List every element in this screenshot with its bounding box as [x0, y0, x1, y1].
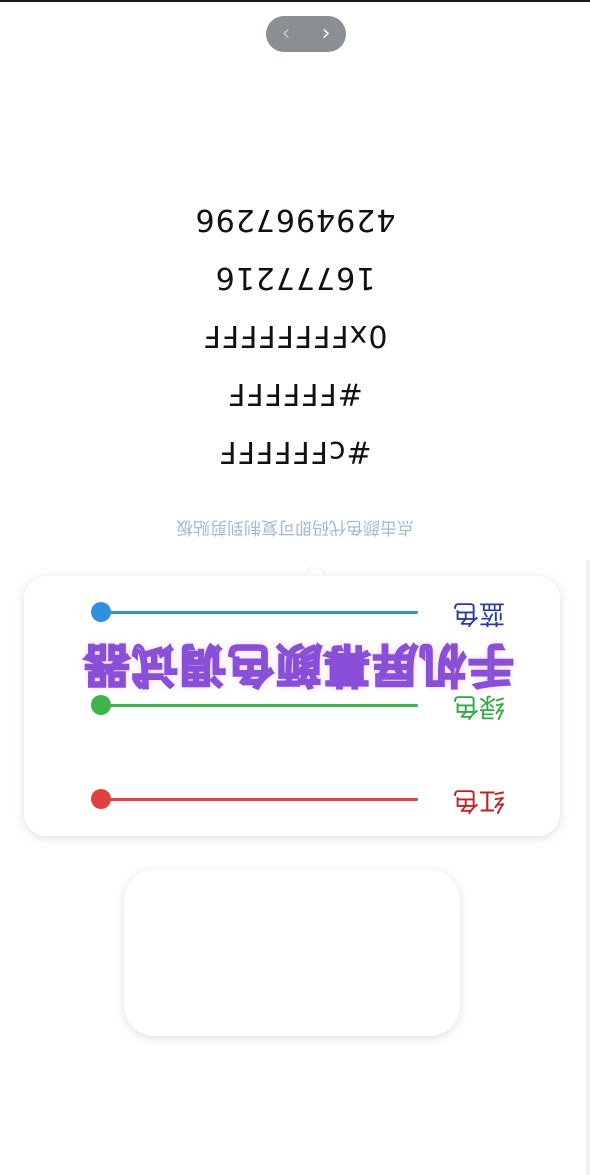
slider-green-label: 绿色	[453, 691, 506, 721]
slider-blue-label: 蓝色	[453, 598, 506, 628]
slider-red-thumb[interactable]	[91, 789, 111, 809]
rgb-slider-card: 蓝色 绿色 红色	[24, 576, 560, 836]
slider-green-thumb[interactable]	[91, 695, 111, 715]
status-divider	[0, 0, 590, 2]
color-code-0x[interactable]: 0xFFFFFFFF	[0, 306, 590, 364]
slider-blue-track[interactable]	[102, 611, 418, 614]
slider-green-track[interactable]	[102, 704, 418, 707]
color-code-hex[interactable]: #FFFFFF	[0, 364, 590, 422]
chevron-right-icon[interactable]: ›	[313, 16, 339, 52]
slider-red-track[interactable]	[102, 798, 418, 801]
page-nav-pill[interactable]: ‹ ›	[266, 16, 346, 52]
color-code-long[interactable]: 4294967296	[0, 190, 590, 248]
slider-red: 红色	[24, 780, 560, 820]
color-code-argb[interactable]: #cFFFFFF	[0, 422, 590, 480]
card-pointer	[304, 563, 326, 577]
scroll-edge	[586, 560, 590, 1175]
copy-hint: 点击颜色代码即可复制到剪贴板	[176, 517, 414, 537]
color-preview-box	[124, 870, 460, 1036]
slider-green: 绿色	[24, 686, 560, 726]
slider-blue: 蓝色	[24, 593, 560, 633]
slider-red-label: 红色	[453, 785, 506, 815]
color-code-list: #cFFFFFF #FFFFFF 0xFFFFFFFF 16777216 429…	[0, 200, 590, 480]
slider-blue-thumb[interactable]	[91, 602, 111, 622]
color-code-int[interactable]: 16777216	[0, 248, 590, 306]
chevron-left-icon[interactable]: ‹	[273, 16, 299, 52]
